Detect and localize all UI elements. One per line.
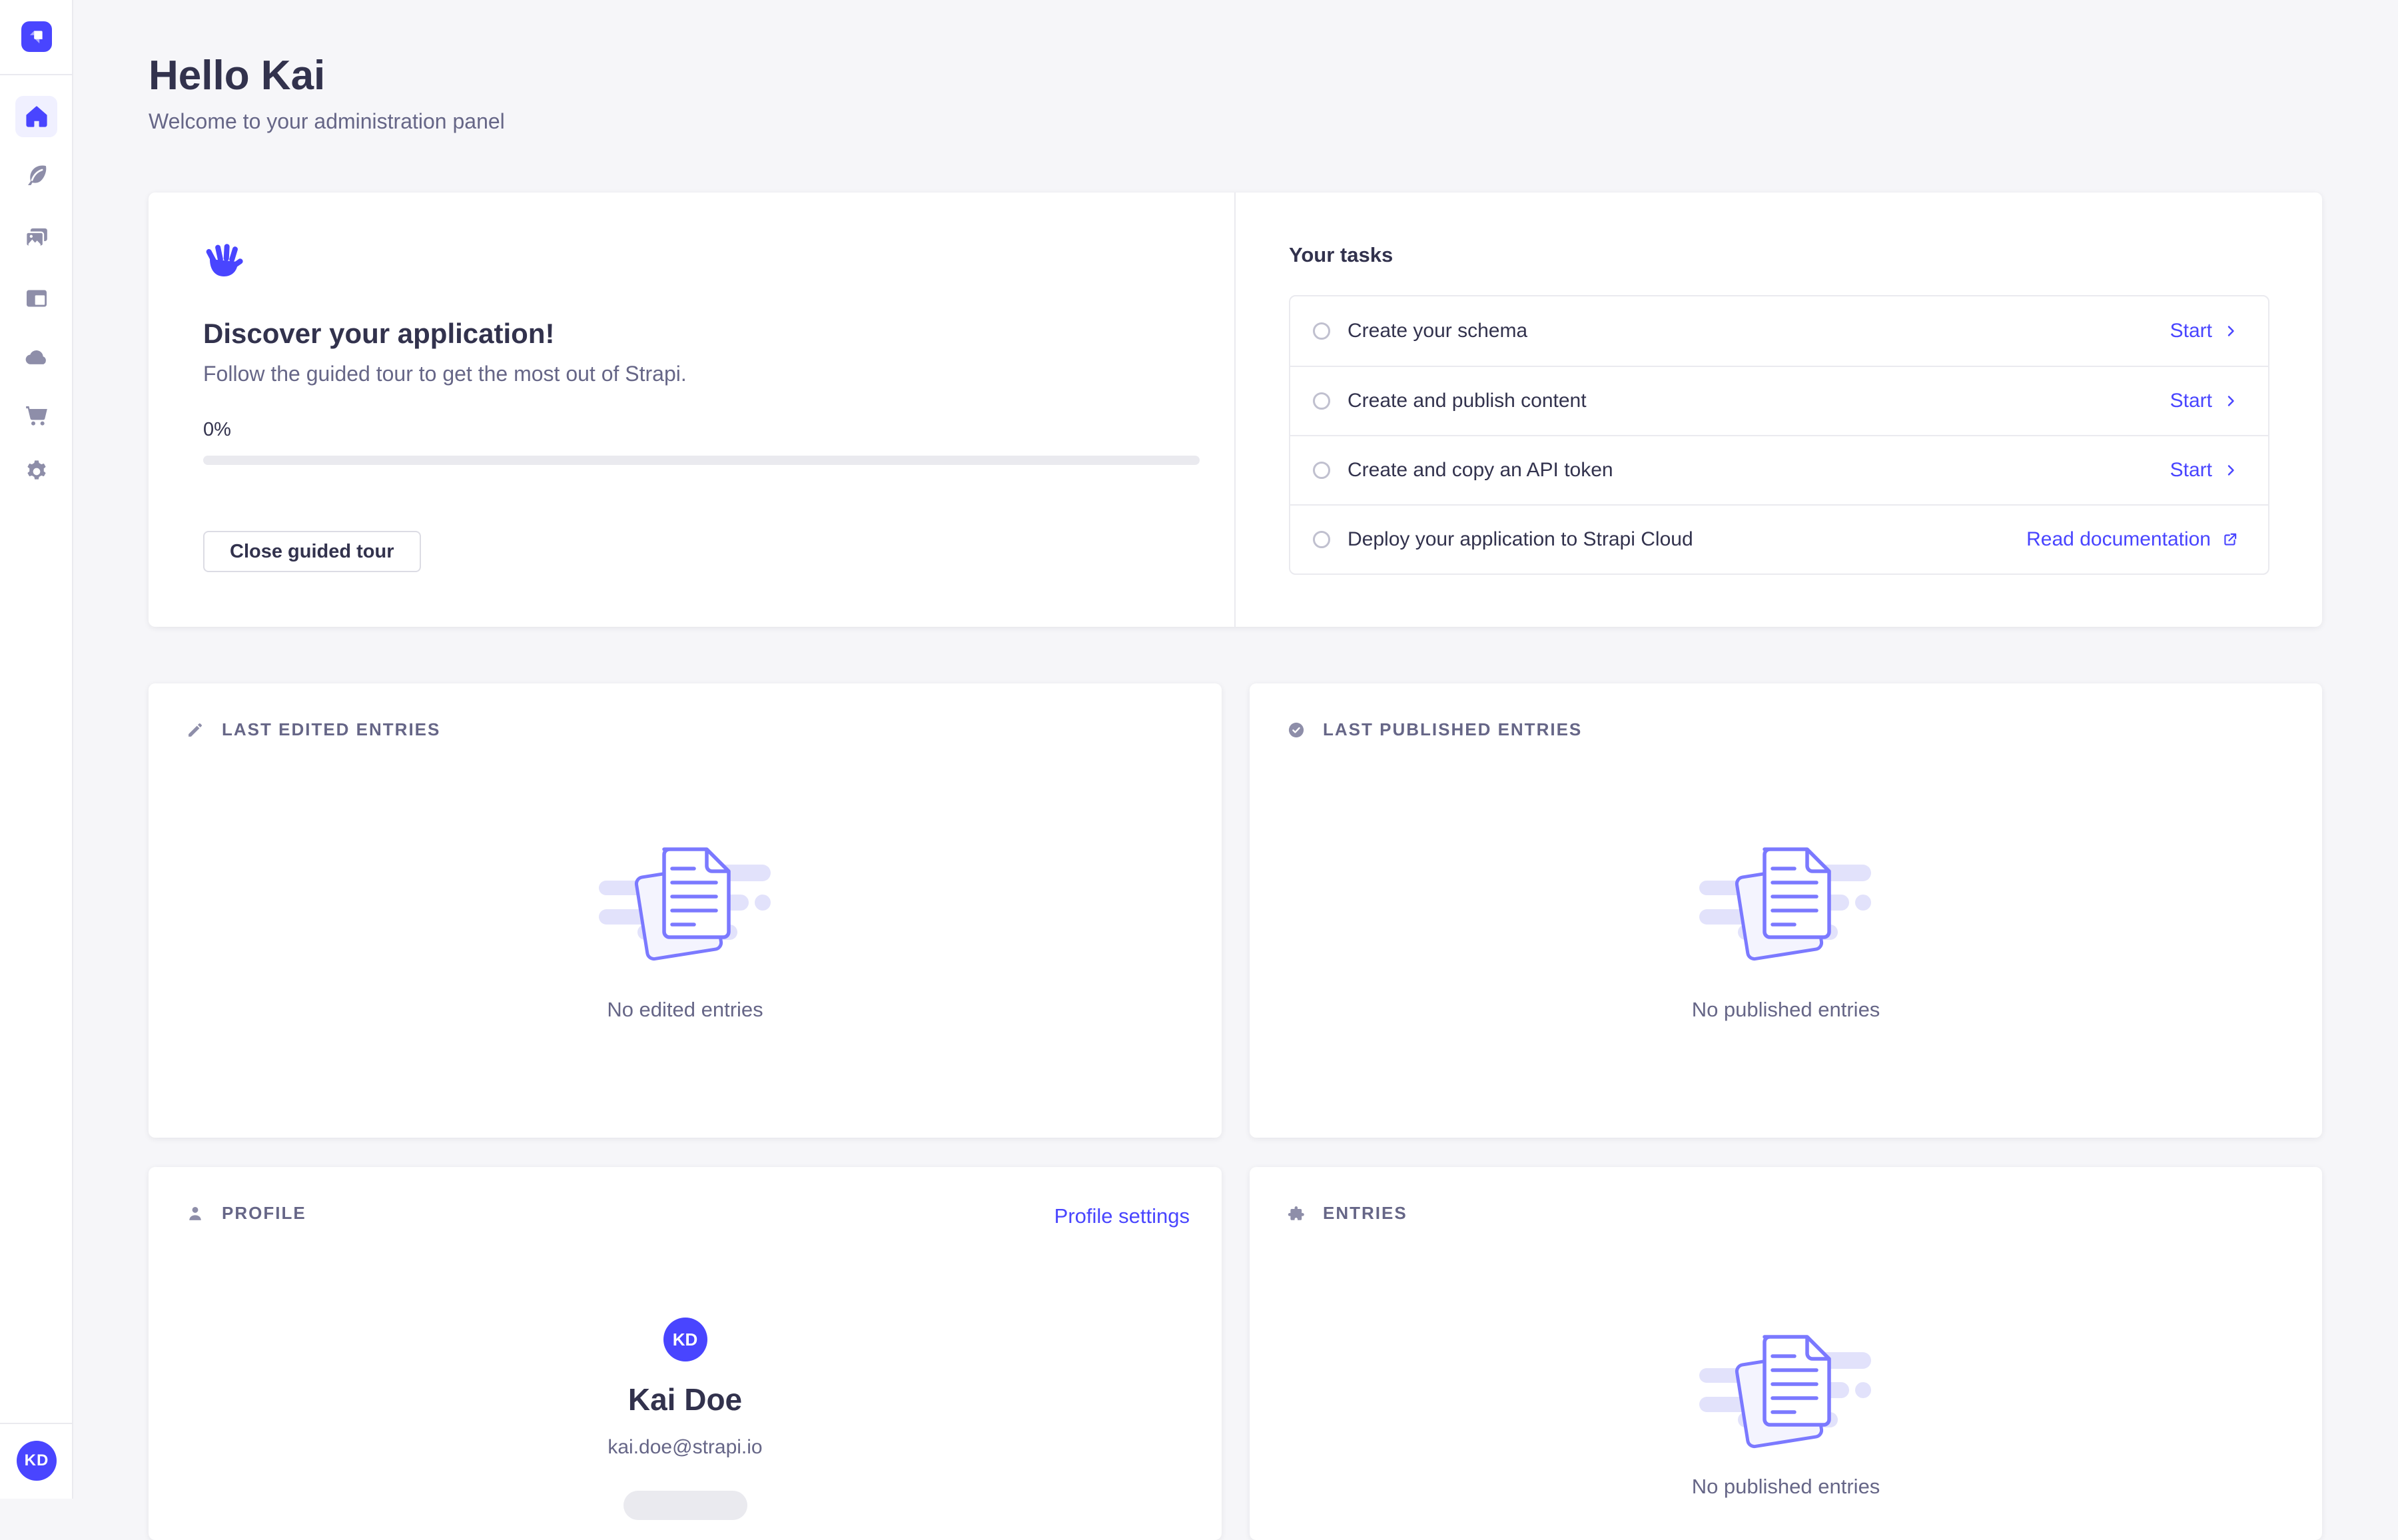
task-start-link[interactable]: Start: [2170, 390, 2239, 412]
guided-tour-progress-bar: [203, 456, 1200, 465]
guided-tour-card: Discover your application! Follow the gu…: [149, 192, 2322, 627]
tasks-list: Create your schema Start Create and publ…: [1289, 295, 2269, 575]
widget-header: LAST PUBLISHED ENTRIES: [1287, 719, 1582, 740]
widget-title: LAST EDITED ENTRIES: [222, 719, 440, 740]
entries-card: ENTRIES No published entries: [1250, 1167, 2322, 1540]
feather-icon: [23, 162, 50, 189]
task-action-label: Read documentation: [2026, 528, 2211, 551]
profile-avatar: KD: [663, 1318, 707, 1361]
cloud-icon: [23, 344, 50, 370]
cart-icon: [23, 402, 50, 429]
chevron-right-icon: [2223, 393, 2239, 409]
task-action-label: Start: [2170, 390, 2212, 412]
page-title: Hello Kai: [149, 52, 325, 100]
task-radio-icon: [1313, 322, 1330, 340]
task-row: Create and publish content Start: [1290, 366, 2268, 435]
card-divider: [1234, 192, 1236, 627]
user-avatar[interactable]: KD: [17, 1441, 57, 1481]
progress-percent-label: 0%: [203, 419, 231, 441]
last-edited-entries-card: LAST EDITED ENTRIES No edited entries: [149, 683, 1222, 1138]
widget-title: LAST PUBLISHED ENTRIES: [1323, 719, 1582, 740]
empty-documents-illustration: [1686, 831, 1886, 984]
task-label: Create your schema: [1348, 320, 2170, 342]
chevron-right-icon: [2223, 462, 2239, 478]
profile-role-badge: [623, 1491, 747, 1520]
profile-name: Kai Doe: [149, 1381, 1222, 1417]
widget-header: ENTRIES: [1287, 1203, 1407, 1224]
empty-message: No edited entries: [149, 998, 1222, 1022]
empty-documents-illustration: [586, 831, 785, 984]
sidebar-item-content-type-builder[interactable]: [15, 278, 57, 319]
task-label: Create and copy an API token: [1348, 459, 2170, 482]
sidebar: KD: [0, 0, 73, 1499]
task-label: Create and publish content: [1348, 390, 2170, 412]
strapi-logo: [21, 21, 52, 52]
external-link-icon: [2221, 531, 2239, 548]
empty-documents-illustration: [1686, 1318, 1886, 1471]
wave-hand-icon: [203, 242, 246, 280]
sidebar-item-settings[interactable]: [15, 451, 57, 492]
task-row: Create your schema Start: [1290, 296, 2268, 366]
widget-header: PROFILE: [186, 1203, 306, 1224]
puzzle-icon: [1287, 1204, 1306, 1223]
empty-message: No published entries: [1250, 998, 2322, 1022]
task-label: Deploy your application to Strapi Cloud: [1348, 528, 2026, 551]
sidebar-item-cloud[interactable]: [15, 336, 57, 378]
close-guided-tour-button[interactable]: Close guided tour: [203, 531, 421, 572]
profile-avatar-initials: KD: [673, 1330, 698, 1350]
task-start-link[interactable]: Start: [2170, 459, 2239, 482]
sidebar-item-home[interactable]: [15, 96, 57, 137]
sidebar-item-media-library[interactable]: [15, 217, 57, 258]
check-circle-icon: [1287, 721, 1306, 739]
page-subtitle: Welcome to your administration panel: [149, 107, 505, 136]
images-icon: [23, 224, 50, 251]
task-radio-icon: [1313, 462, 1330, 479]
task-row: Deploy your application to Strapi Cloud …: [1290, 504, 2268, 574]
layout-icon: [23, 285, 50, 312]
widget-header: LAST EDITED ENTRIES: [186, 719, 440, 740]
read-documentation-link[interactable]: Read documentation: [2026, 528, 2239, 551]
sidebar-bottom-divider: [0, 1423, 72, 1424]
person-icon: [186, 1204, 204, 1223]
task-action-label: Start: [2170, 459, 2212, 482]
discover-description: Follow the guided tour to get the most o…: [203, 362, 687, 386]
empty-message: No published entries: [1250, 1475, 2322, 1499]
task-start-link[interactable]: Start: [2170, 320, 2239, 342]
home-icon: [23, 103, 50, 130]
last-published-entries-card: LAST PUBLISHED ENTRIES No published entr…: [1250, 683, 2322, 1138]
profile-email: kai.doe@strapi.io: [149, 1436, 1222, 1459]
profile-settings-link[interactable]: Profile settings: [1054, 1204, 1190, 1228]
sidebar-item-marketplace[interactable]: [15, 395, 57, 436]
widget-title: PROFILE: [222, 1203, 306, 1224]
profile-card: PROFILE Profile settings KD Kai Doe kai.…: [149, 1167, 1222, 1540]
chevron-right-icon: [2223, 323, 2239, 339]
task-action-label: Start: [2170, 320, 2212, 342]
discover-title: Discover your application!: [203, 318, 554, 350]
pencil-icon: [186, 721, 204, 739]
sidebar-divider: [0, 74, 72, 75]
tasks-title: Your tasks: [1289, 243, 1393, 267]
sidebar-item-content-manager[interactable]: [15, 155, 57, 196]
task-row: Create and copy an API token Start: [1290, 435, 2268, 504]
strapi-logo-icon: [21, 21, 52, 52]
gear-icon: [23, 458, 50, 485]
user-avatar-initials: KD: [25, 1451, 49, 1470]
widget-title: ENTRIES: [1323, 1203, 1407, 1224]
task-radio-icon: [1313, 392, 1330, 410]
task-radio-icon: [1313, 531, 1330, 548]
